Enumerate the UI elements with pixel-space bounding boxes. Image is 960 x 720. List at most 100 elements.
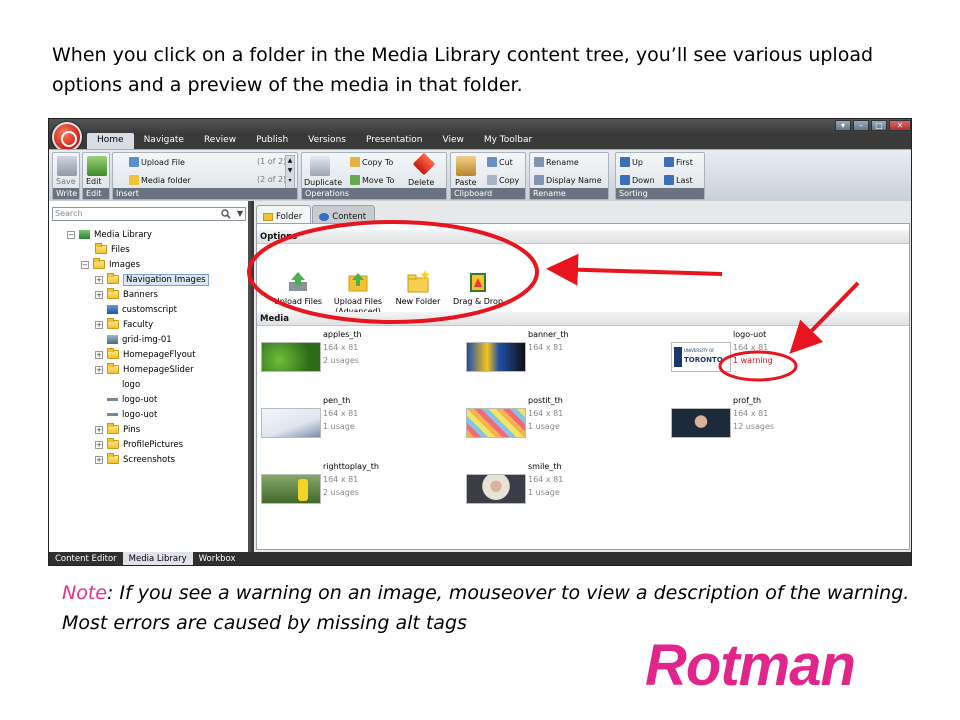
tree-node-media-library[interactable]: − Media Library [67,227,152,242]
tab-media-library[interactable]: Media Library [122,552,193,565]
folder-icon [107,273,119,284]
tree-node-profile-pictures[interactable]: + ProfilePictures [95,437,183,452]
expand-icon[interactable]: + [95,440,103,449]
duplicate-button[interactable]: Duplicate [304,178,342,187]
tree-node-images[interactable]: − Images [81,257,140,272]
media-usage: 2 usages [323,488,359,497]
tab-content-editor[interactable]: Content Editor [49,552,123,565]
drag-drop-option[interactable]: Drag & Drop [443,270,513,307]
tree-node-screenshots[interactable]: + Screenshots [95,452,175,467]
last-button[interactable]: Last [664,175,693,185]
tree-label: HomepageFlyout [123,349,196,360]
tab-home[interactable]: Home [87,133,134,149]
upload-file-label: Upload File [141,158,185,167]
tree-node-homepage-flyout[interactable]: + HomepageFlyout [95,347,196,362]
insert-count-1: (1 of 2) [257,157,287,166]
tab-navigate[interactable]: Navigate [134,133,194,149]
media-library-icon [79,230,90,239]
media-size: 164 x 81 [733,343,769,352]
tree-node-logo-uot-1[interactable]: logo-uot [107,392,157,407]
tab-content[interactable]: Content [312,205,376,223]
edit-button[interactable]: Edit [86,177,102,186]
tab-my-toolbar[interactable]: My Toolbar [474,133,542,149]
tree-node-customscript[interactable]: customscript [107,302,177,317]
expand-icon[interactable]: + [95,275,103,284]
move-to-button[interactable]: Move To [350,175,394,185]
option-label: Drag & Drop [453,297,503,306]
first-button[interactable]: First [664,157,693,167]
paste-button[interactable]: Paste [455,178,477,187]
copy-to-button[interactable]: Copy To [350,157,393,167]
tab-versions[interactable]: Versions [298,133,356,149]
dropdown-icon[interactable]: ▾ [835,120,851,131]
tree-node-logo-uot-2[interactable]: logo-uot [107,407,157,422]
expand-icon[interactable]: + [95,365,103,374]
tree-node-navigation-images[interactable]: + Navigation Images [95,272,209,287]
tree-node-files[interactable]: Files [95,242,130,257]
media-item[interactable]: pen_th 164 x 81 1 usage [261,396,461,458]
down-button[interactable]: Down [620,175,655,185]
media-item[interactable]: righttoplay_th 164 x 81 2 usages [261,462,461,524]
media-name: banner_th [528,330,569,339]
media-size: 164 x 81 [733,409,769,418]
warning-label[interactable]: 1 warning [733,356,773,365]
copy-button[interactable]: Copy [487,175,519,185]
media-item[interactable]: prof_th 164 x 81 12 usages [671,396,871,458]
media-size: 164 x 81 [323,475,359,484]
tab-folder[interactable]: Folder [256,205,312,223]
up-button[interactable]: Up [620,157,643,167]
ribbon-tabs: Home Navigate Review Publish Versions Pr… [87,133,542,149]
media-item[interactable]: banner_th 164 x 81 [466,330,666,392]
expand-icon[interactable]: + [95,425,103,434]
collapse-icon[interactable]: − [67,230,75,239]
expand-icon[interactable]: + [95,455,103,464]
insert-scroll[interactable]: ▲ ▼ ▾ [285,155,295,189]
media-item[interactable]: smile_th 164 x 81 1 usage [466,462,666,524]
delete-button[interactable]: Delete [408,178,434,187]
upload-files-advanced-icon [348,273,368,292]
media-header: Media [257,312,909,326]
media-usage: 12 usages [733,422,775,431]
group-rename: Rename Display Name Rename [529,152,609,200]
media-item[interactable]: UNIVERSITY OF TORONTO logo-uot 164 x 81 … [671,330,871,392]
slide-heading: When you click on a folder in the Media … [52,44,874,96]
tab-workbox[interactable]: Workbox [193,552,242,565]
folder-icon [129,175,139,185]
arrow-first-icon [664,157,674,167]
rename-button[interactable]: Rename [534,157,579,167]
image-icon [107,413,118,416]
tree-node-faculty[interactable]: + Faculty [95,317,153,332]
upload-file-button[interactable]: Upload File [129,157,185,167]
display-name-button[interactable]: Display Name [534,175,602,185]
edit-icon [87,156,107,176]
cut-button[interactable]: Cut [487,157,513,167]
tree-node-pins[interactable]: + Pins [95,422,140,437]
tab-publish[interactable]: Publish [246,133,298,149]
tree-node-banners[interactable]: + Banners [95,287,158,302]
folder-icon [263,212,273,221]
save-button[interactable]: Save [56,177,76,186]
search-input[interactable]: Search ▼ [52,207,246,221]
tree-node-logo[interactable]: logo [122,377,140,392]
tab-view[interactable]: View [433,133,474,149]
media-folder-button[interactable]: Media folder [129,175,191,185]
person-figure [298,479,308,501]
search-icon[interactable] [221,209,231,219]
tree-node-grid-img[interactable]: grid-img-01 [107,332,172,347]
media-item[interactable]: apples_th 164 x 81 2 usages [261,330,461,392]
expand-icon[interactable]: + [95,350,103,359]
arrow-up-icon [620,157,630,167]
maximize-icon[interactable]: □ [871,120,887,131]
expand-icon[interactable]: + [95,320,103,329]
app-orb-button[interactable] [52,122,82,152]
chevron-down-icon[interactable]: ▼ [237,208,243,220]
tab-review[interactable]: Review [194,133,246,149]
media-item[interactable]: postit_th 164 x 81 1 usage [466,396,666,458]
save-icon [57,156,77,176]
minimize-icon[interactable]: – [853,120,869,131]
tab-presentation[interactable]: Presentation [356,133,433,149]
expand-icon[interactable]: + [95,290,103,299]
close-icon[interactable]: ✕ [889,120,911,131]
collapse-icon[interactable]: − [81,260,89,269]
tree-node-homepage-slider[interactable]: + HomepageSlider [95,362,194,377]
